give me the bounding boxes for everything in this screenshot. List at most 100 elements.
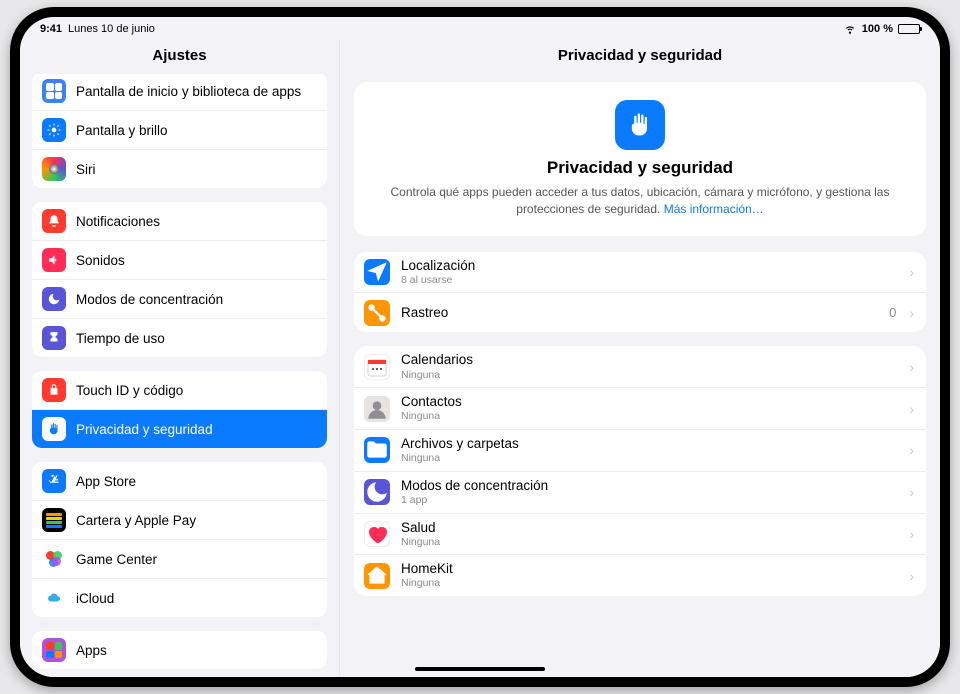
sidebar-item-siri[interactable]: Siri [32, 149, 327, 188]
hero-heading: Privacidad y seguridad [376, 158, 904, 178]
sidebar-item-privacy[interactable]: Privacidad y seguridad [32, 409, 327, 448]
bell-icon [42, 209, 66, 233]
row-sub: 8 al usarse [401, 274, 898, 287]
sidebar-item-apps[interactable]: Apps [32, 631, 327, 669]
sidebar-item-icloud[interactable]: iCloud [32, 578, 327, 617]
chevron-right-icon: › [909, 401, 914, 417]
status-bar: 9:41 Lunes 10 de junio 100 % [20, 17, 940, 39]
sidebar-item-label: Sonidos [76, 253, 125, 268]
moon-icon [364, 479, 390, 505]
sidebar-title: Ajustes [20, 39, 339, 74]
battery-text: 100 % [862, 23, 893, 35]
row-focus[interactable]: Modos de concentración 1 app › [354, 471, 926, 513]
status-date: Lunes 10 de junio [68, 23, 155, 35]
row-tracking[interactable]: Rastreo 0 › [354, 292, 926, 332]
sidebar-group-apps: Apps [32, 631, 327, 669]
home-indicator[interactable] [415, 667, 545, 671]
brightness-icon [42, 118, 66, 142]
row-sub: Ninguna [401, 410, 898, 423]
gamecenter-icon [42, 547, 66, 571]
contacts-icon [364, 396, 390, 422]
sidebar-item-label: Game Center [76, 552, 157, 567]
hero-learn-more-link[interactable]: Más información… [664, 202, 764, 216]
sidebar-group-display: Pantalla de inicio y biblioteca de apps … [32, 74, 327, 188]
folder-icon [364, 437, 390, 463]
row-location[interactable]: Localización 8 al usarse › [354, 252, 926, 293]
hand-icon [615, 100, 665, 150]
row-homekit[interactable]: HomeKit Ninguna › [354, 554, 926, 596]
hand-icon [42, 417, 66, 441]
status-time: 9:41 [40, 23, 62, 35]
sidebar-item-focus[interactable]: Modos de concentración [32, 279, 327, 318]
row-title: Salud [401, 520, 898, 536]
home-grid-icon [42, 79, 66, 103]
chevron-right-icon: › [909, 264, 914, 280]
sidebar-item-appstore[interactable]: App Store [32, 462, 327, 500]
row-sub: Ninguna [401, 536, 898, 549]
row-sub: Ninguna [401, 369, 898, 382]
sidebar-item-touchid[interactable]: Touch ID y código [32, 371, 327, 409]
row-title: Calendarios [401, 352, 898, 368]
sidebar-item-label: App Store [76, 474, 136, 489]
chevron-right-icon: › [909, 526, 914, 542]
appstore-icon [42, 469, 66, 493]
wifi-icon [843, 21, 857, 38]
row-title: Modos de concentración [401, 478, 898, 494]
row-sub: Ninguna [401, 452, 898, 465]
sidebar-item-sounds[interactable]: Sonidos [32, 240, 327, 279]
location-tracking-group: Localización 8 al usarse › Rastreo [354, 252, 926, 333]
detail-scroll[interactable]: Privacidad y seguridad Controla qué apps… [340, 74, 940, 677]
sidebar-item-label: Touch ID y código [76, 383, 183, 398]
row-title: HomeKit [401, 561, 898, 577]
chevron-right-icon: › [909, 359, 914, 375]
row-title: Archivos y carpetas [401, 436, 898, 452]
sidebar-item-label: Privacidad y seguridad [76, 422, 213, 437]
battery-icon [898, 24, 920, 34]
privacy-hero-card: Privacidad y seguridad Controla qué apps… [354, 82, 926, 236]
cloud-icon [42, 586, 66, 610]
calendar-icon [364, 354, 390, 380]
sidebar-item-label: iCloud [76, 591, 114, 606]
chevron-right-icon: › [909, 568, 914, 584]
sidebar-item-label: Tiempo de uso [76, 331, 165, 346]
chevron-right-icon: › [909, 305, 914, 321]
sidebar-item-label: Modos de concentración [76, 292, 223, 307]
sidebar-item-label: Apps [76, 643, 107, 658]
row-sub: 1 app [401, 494, 898, 507]
sidebar-item-label: Notificaciones [76, 214, 160, 229]
sidebar-group-security: Touch ID y código Privacidad y seguridad [32, 371, 327, 448]
row-title: Localización [401, 258, 898, 274]
home-icon [364, 563, 390, 589]
sidebar-item-home-screen[interactable]: Pantalla de inicio y biblioteca de apps [32, 74, 327, 110]
row-contacts[interactable]: Contactos Ninguna › [354, 387, 926, 429]
moon-icon [42, 287, 66, 311]
sidebar-scroll[interactable]: Pantalla de inicio y biblioteca de apps … [20, 74, 339, 677]
sidebar-item-screen-time[interactable]: Tiempo de uso [32, 318, 327, 357]
sidebar-item-notifications[interactable]: Notificaciones [32, 202, 327, 240]
row-sub: Ninguna [401, 577, 898, 590]
sidebar-item-label: Pantalla de inicio y biblioteca de apps [76, 84, 301, 99]
lock-icon [42, 378, 66, 402]
hero-body: Controla qué apps pueden acceder a tus d… [376, 184, 904, 218]
siri-icon [42, 157, 66, 181]
sidebar-item-gamecenter[interactable]: Game Center [32, 539, 327, 578]
row-calendars[interactable]: Calendarios Ninguna › [354, 346, 926, 387]
row-health[interactable]: Salud Ninguna › [354, 513, 926, 555]
row-title: Rastreo [401, 305, 878, 321]
speaker-icon [42, 248, 66, 272]
data-access-group: Calendarios Ninguna › Contactos Nin [354, 346, 926, 596]
row-trail: 0 [889, 305, 896, 320]
hourglass-icon [42, 326, 66, 350]
tracking-icon [364, 300, 390, 326]
sidebar: Ajustes Pantalla de inicio y biblioteca … [20, 39, 340, 677]
split-view: Ajustes Pantalla de inicio y biblioteca … [20, 39, 940, 677]
detail-title: Privacidad y seguridad [340, 39, 940, 74]
detail-panel: Privacidad y seguridad Privacidad y segu… [340, 39, 940, 677]
sidebar-item-display-brightness[interactable]: Pantalla y brillo [32, 110, 327, 149]
apps-grid-icon [42, 638, 66, 662]
chevron-right-icon: › [909, 484, 914, 500]
sidebar-item-wallet[interactable]: Cartera y Apple Pay [32, 500, 327, 539]
sidebar-item-label: Cartera y Apple Pay [76, 513, 196, 528]
sidebar-item-label: Pantalla y brillo [76, 123, 168, 138]
row-files[interactable]: Archivos y carpetas Ninguna › [354, 429, 926, 471]
